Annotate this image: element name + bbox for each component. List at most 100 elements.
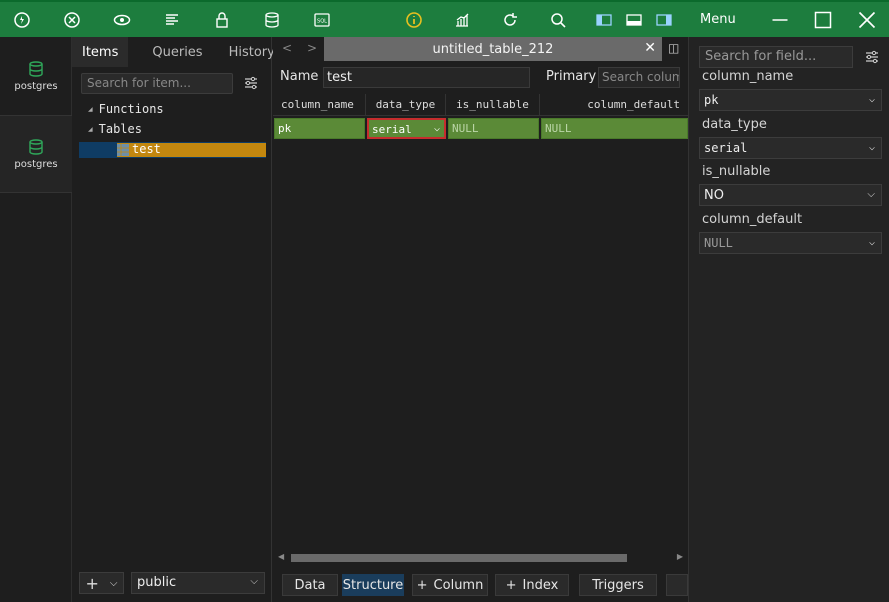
document-tab[interactable]: untitled_table_212 ✕ xyxy=(324,37,662,61)
field-inspector: Search for field... column_name pk ⌵ dat… xyxy=(688,37,889,602)
tree-functions[interactable]: ◢ Functions xyxy=(88,102,164,116)
tab-title: untitled_table_212 xyxy=(432,41,554,57)
sql-icon[interactable]: SQL xyxy=(307,2,337,37)
schema-value: public xyxy=(137,575,177,590)
tab-label: Structure xyxy=(342,577,404,593)
split-view-icon[interactable]: ◫ xyxy=(668,41,679,55)
filter-icon[interactable] xyxy=(864,49,880,69)
cell-column-default[interactable]: NULL xyxy=(541,118,688,139)
database-icon[interactable] xyxy=(257,2,287,37)
scroll-right-icon[interactable]: ▶ xyxy=(677,552,683,561)
close-window-icon[interactable] xyxy=(847,2,887,37)
table-editor: < > untitled_table_212 ✕ ◫ Name test Pri… xyxy=(273,37,688,602)
explorer-panel: Items Queries History Search for item...… xyxy=(72,37,275,602)
view-icon[interactable] xyxy=(107,2,137,37)
column-header[interactable]: column_name xyxy=(273,94,366,116)
field-label: is_nullable xyxy=(702,164,771,179)
connection-item-active[interactable]: postgres xyxy=(0,115,72,193)
horizontal-scrollbar[interactable]: ◀ ▶ xyxy=(278,552,683,564)
chevron-down-icon: ⌵ xyxy=(109,577,118,589)
format-icon[interactable] xyxy=(157,2,187,37)
connection-item[interactable]: postgres xyxy=(0,37,72,115)
layout-left-icon[interactable] xyxy=(589,2,619,37)
layout-right-icon[interactable] xyxy=(649,2,679,37)
menu-label[interactable]: Menu xyxy=(700,12,736,27)
tree-label: Tables xyxy=(98,122,142,136)
field-value: serial xyxy=(704,141,748,155)
field-label: column_name xyxy=(702,69,794,84)
primary-label: Primary xyxy=(546,69,597,84)
tab-label: Triggers xyxy=(592,577,644,593)
minimize-icon[interactable] xyxy=(760,2,800,37)
svg-text:SQL: SQL xyxy=(317,18,327,24)
column-header[interactable]: data_type xyxy=(366,94,446,116)
disconnect-icon[interactable] xyxy=(57,2,87,37)
add-label: + xyxy=(85,573,99,593)
add-button[interactable]: + ⌵ xyxy=(79,572,124,594)
table-name-input[interactable]: test xyxy=(323,67,530,88)
plus-icon: + xyxy=(505,577,517,593)
close-tab-icon[interactable]: ✕ xyxy=(644,40,656,56)
tab-queries[interactable]: Queries xyxy=(142,37,212,67)
scroll-left-icon[interactable]: ◀ xyxy=(278,552,284,561)
tab-add-column[interactable]: + Column xyxy=(412,574,488,596)
tab-overflow[interactable] xyxy=(666,574,688,596)
column-header[interactable]: column_default xyxy=(540,94,688,116)
field-label: column_default xyxy=(702,212,803,227)
tree-label: test xyxy=(132,142,161,156)
chart-icon[interactable] xyxy=(447,2,477,37)
layout-bottom-icon[interactable] xyxy=(619,2,649,37)
lock-icon[interactable] xyxy=(207,2,237,37)
collapse-triangle-icon: ◢ xyxy=(88,105,93,113)
tab-add-index[interactable]: + Index xyxy=(495,574,569,596)
field-column-name[interactable]: pk ⌵ xyxy=(699,89,882,111)
item-search-input[interactable]: Search for item... xyxy=(81,73,233,94)
connection-label: postgres xyxy=(14,81,58,92)
connection-rail: postgres postgres xyxy=(0,37,72,602)
cell-is-nullable[interactable]: NULL xyxy=(448,118,539,139)
chevron-down-icon: ⌵ xyxy=(868,94,875,105)
tab-label: Column xyxy=(433,577,484,593)
connect-icon[interactable] xyxy=(7,2,37,37)
filter-icon[interactable] xyxy=(243,75,259,95)
cell-value: serial xyxy=(372,123,412,136)
field-search-input[interactable]: Search for field... xyxy=(699,46,853,68)
refresh-icon[interactable] xyxy=(495,2,525,37)
top-toolbar: SQL Menu xyxy=(0,0,889,37)
field-is-nullable[interactable]: NO ⌵ xyxy=(699,184,882,206)
collapse-triangle-icon: ◢ xyxy=(88,125,93,133)
column-header[interactable]: is_nullable xyxy=(446,94,540,116)
search-icon[interactable] xyxy=(543,2,573,37)
maximize-icon[interactable] xyxy=(803,2,843,37)
chevron-down-icon: ⌵ xyxy=(868,142,875,153)
forward-arrow-icon[interactable]: > xyxy=(307,41,317,55)
field-label: data_type xyxy=(702,117,767,132)
tab-label: Index xyxy=(522,577,559,593)
field-value: pk xyxy=(704,93,719,107)
database-icon xyxy=(29,61,43,77)
name-label: Name xyxy=(280,69,319,84)
cell-data-type[interactable]: serial ⌵ xyxy=(367,118,446,139)
connection-label: postgres xyxy=(14,159,58,170)
tab-label: Data xyxy=(294,577,326,593)
tab-items[interactable]: Items xyxy=(72,37,129,67)
field-data-type[interactable]: serial ⌵ xyxy=(699,137,882,159)
schema-select[interactable]: public ⌵ xyxy=(131,572,265,594)
field-column-default[interactable]: NULL ⌵ xyxy=(699,232,882,254)
info-icon[interactable] xyxy=(399,2,429,37)
back-arrow-icon[interactable]: < xyxy=(282,41,292,55)
field-value: NO xyxy=(704,188,724,203)
tree-table-test[interactable]: test xyxy=(79,142,266,158)
tree-tables[interactable]: ◢ Tables xyxy=(88,122,142,136)
tab-structure[interactable]: Structure xyxy=(342,574,404,596)
table-icon xyxy=(117,144,129,156)
primary-search-input[interactable]: Search colum xyxy=(598,67,680,88)
scroll-thumb[interactable] xyxy=(291,554,627,562)
chevron-down-icon: ⌵ xyxy=(868,237,875,248)
chevron-down-icon: ⌵ xyxy=(250,576,258,587)
field-value: NULL xyxy=(704,236,733,250)
tab-data[interactable]: Data xyxy=(282,574,338,596)
chevron-down-icon: ⌵ xyxy=(867,189,875,200)
cell-column-name[interactable]: pk xyxy=(274,118,365,139)
tab-triggers[interactable]: Triggers xyxy=(579,574,657,596)
